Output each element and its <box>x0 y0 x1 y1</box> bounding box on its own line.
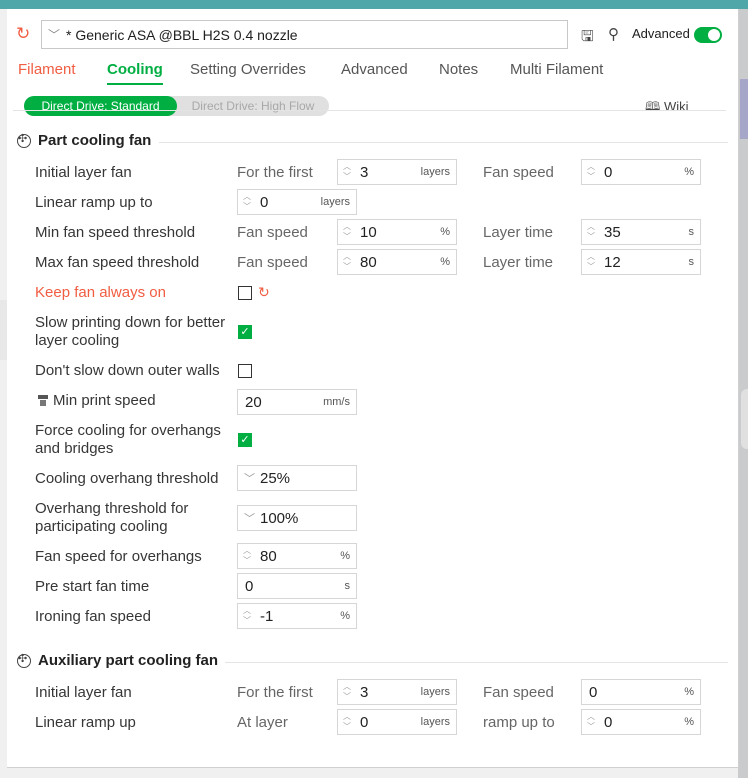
wiki-link[interactable]: 🕮 Wiki <box>645 98 689 120</box>
search-icon[interactable]: ⚲ <box>608 25 619 43</box>
section-divider <box>159 142 728 143</box>
ironing-fan-speed-input[interactable]: ︿ ﹀ -1 % <box>237 603 357 629</box>
spin-arrows-icon[interactable]: ︿ ﹀ <box>340 222 354 242</box>
overhang-participating-select[interactable]: ﹀ 100% <box>237 505 357 531</box>
force-cooling-checkbox[interactable]: ✓ <box>238 433 252 447</box>
aux-linear-ramp-label: Linear ramp up <box>35 714 136 731</box>
spin-arrows-icon[interactable]: ︿ ﹀ <box>240 192 254 212</box>
pre-start-fan-time-label: Pre start fan time <box>35 578 150 595</box>
min-fan-threshold-label: Min fan speed threshold <box>35 224 196 241</box>
preset-selector[interactable]: ﹀ * Generic ASA @BBL H2S 0.4 nozzle <box>41 20 568 49</box>
spin-arrows-icon[interactable]: ︿ ﹀ <box>584 252 598 272</box>
variant-direct-drive-high-flow[interactable]: Direct Drive: High Flow <box>177 96 329 116</box>
tab-cooling[interactable]: Cooling <box>107 61 163 78</box>
dont-slow-outer-walls-label: Don't slow down outer walls <box>35 362 220 379</box>
background-edge-right <box>738 9 748 778</box>
linear-ramp-label: Linear ramp up to <box>35 194 153 211</box>
tab-multi-filament[interactable]: Multi Filament <box>510 61 603 78</box>
at-layer-label: At layer <box>237 714 288 731</box>
nozzle-icon <box>38 395 48 406</box>
linear-ramp-input[interactable]: ︿ ﹀ 0 layers <box>237 189 357 215</box>
fan-icon <box>17 132 31 148</box>
spin-arrows-icon[interactable]: ︿ ﹀ <box>240 546 254 566</box>
for-the-first-label: For the first <box>237 684 313 701</box>
max-fan-layer-time-input[interactable]: ︿ ﹀ 12 s <box>581 249 701 275</box>
layer-time-label: Layer time <box>483 254 554 271</box>
slow-down-checkbox[interactable]: ✓ <box>238 325 252 339</box>
cooling-overhang-threshold-select[interactable]: ﹀ 25% <box>237 465 357 491</box>
max-fan-threshold-label: Max fan speed threshold <box>35 254 200 271</box>
tab-filament[interactable]: Filament <box>18 61 76 78</box>
min-fan-layer-time-input[interactable]: ︿ ﹀ 35 s <box>581 219 701 245</box>
section-title-auxiliary-cooling: Auxiliary part cooling fan <box>38 652 219 669</box>
chevron-down-icon: ﹀ <box>244 513 255 525</box>
aux-ramp-layer-input[interactable]: ︿ ﹀ 0 layers <box>337 709 457 735</box>
tab-advanced[interactable]: Advanced <box>341 61 408 78</box>
for-the-first-label: For the first <box>237 164 313 181</box>
fan-speed-label: Fan speed <box>483 164 554 181</box>
min-fan-speed-input[interactable]: ︿ ﹀ 10 % <box>337 219 457 245</box>
slow-down-label: Slow printing down for better layer cool… <box>35 314 226 349</box>
ironing-fan-speed-label: Ironing fan speed <box>35 608 151 625</box>
spin-arrows-icon[interactable]: ︿ ﹀ <box>340 162 354 182</box>
spin-arrows-icon[interactable]: ︿ ﹀ <box>340 682 354 702</box>
fan-speed-overhangs-input[interactable]: ︿ ﹀ 80 % <box>237 543 357 569</box>
dont-slow-outer-walls-checkbox[interactable] <box>238 364 252 378</box>
fan-speed-overhangs-label: Fan speed for overhangs <box>35 548 202 565</box>
aux-initial-layer-count-input[interactable]: ︿ ﹀ 3 layers <box>337 679 457 705</box>
reset-preset-icon[interactable]: ↻ <box>16 25 30 43</box>
initial-layer-count-input[interactable]: ︿ ﹀ 3 layers <box>337 159 457 185</box>
spin-arrows-icon[interactable]: ︿ ﹀ <box>340 712 354 732</box>
fan-speed-label: Fan speed <box>483 684 554 701</box>
aux-initial-fan-speed-input[interactable]: 0 % <box>581 679 701 705</box>
overhang-participating-label: Overhang threshold for participating coo… <box>35 500 189 535</box>
force-cooling-label: Force cooling for overhangs and bridges <box>35 422 221 457</box>
active-tab-indicator <box>107 83 163 85</box>
wiki-label: Wiki <box>663 99 689 114</box>
reset-icon[interactable]: ↻ <box>258 284 270 301</box>
settings-tabs: Filament Cooling Setting Overrides Advan… <box>7 59 738 85</box>
variant-direct-drive-standard[interactable]: Direct Drive: Standard <box>24 96 177 116</box>
spin-arrows-icon[interactable]: ︿ ﹀ <box>340 252 354 272</box>
keep-fan-always-on-checkbox[interactable] <box>238 286 252 300</box>
min-print-speed-input[interactable]: 20 mm/s <box>237 389 357 415</box>
keep-fan-always-on-label: Keep fan always on <box>35 284 166 301</box>
background-edge <box>0 300 7 360</box>
chevron-down-icon: ﹀ <box>244 473 255 485</box>
tab-setting-overrides[interactable]: Setting Overrides <box>190 61 306 78</box>
fan-icon <box>17 652 31 668</box>
section-divider <box>225 662 728 663</box>
fan-speed-label: Fan speed <box>237 254 308 271</box>
cooling-overhang-threshold-label: Cooling overhang threshold <box>35 470 219 487</box>
tab-notes[interactable]: Notes <box>439 61 478 78</box>
min-print-speed-label: Min print speed <box>53 392 156 409</box>
spin-arrows-icon[interactable]: ︿ ﹀ <box>584 222 598 242</box>
divider <box>13 110 726 111</box>
section-title-part-cooling: Part cooling fan <box>38 132 152 149</box>
fan-speed-label: Fan speed <box>237 224 308 241</box>
advanced-toggle[interactable] <box>694 27 722 43</box>
initial-fan-speed-input[interactable]: ︿ ﹀ 0 % <box>581 159 701 185</box>
window-titlebar <box>0 0 748 9</box>
max-fan-speed-input[interactable]: ︿ ﹀ 80 % <box>337 249 457 275</box>
save-icon[interactable]: 🖫 <box>581 26 594 51</box>
initial-layer-fan-label: Initial layer fan <box>35 164 132 181</box>
pre-start-fan-time-input[interactable]: 0 s <box>237 573 357 599</box>
aux-initial-layer-fan-label: Initial layer fan <box>35 684 132 701</box>
advanced-label: Advanced <box>632 26 690 41</box>
spin-arrows-icon[interactable]: ︿ ﹀ <box>240 606 254 626</box>
book-icon: 🕮 <box>645 99 664 114</box>
preset-name: * Generic ASA @BBL H2S 0.4 nozzle <box>66 26 298 43</box>
spin-arrows-icon[interactable]: ︿ ﹀ <box>584 162 598 182</box>
spin-arrows-icon[interactable]: ︿ ﹀ <box>584 712 598 732</box>
aux-ramp-speed-input[interactable]: ︿ ﹀ 0 % <box>581 709 701 735</box>
chevron-down-icon: ﹀ <box>47 28 60 42</box>
extruder-variant-switch: Direct Drive: Standard Direct Drive: Hig… <box>24 96 329 116</box>
filament-settings-panel: ↻ ﹀ * Generic ASA @BBL H2S 0.4 nozzle 🖫 … <box>7 9 739 768</box>
layer-time-label: Layer time <box>483 224 554 241</box>
ramp-up-to-label: ramp up to <box>483 714 555 731</box>
